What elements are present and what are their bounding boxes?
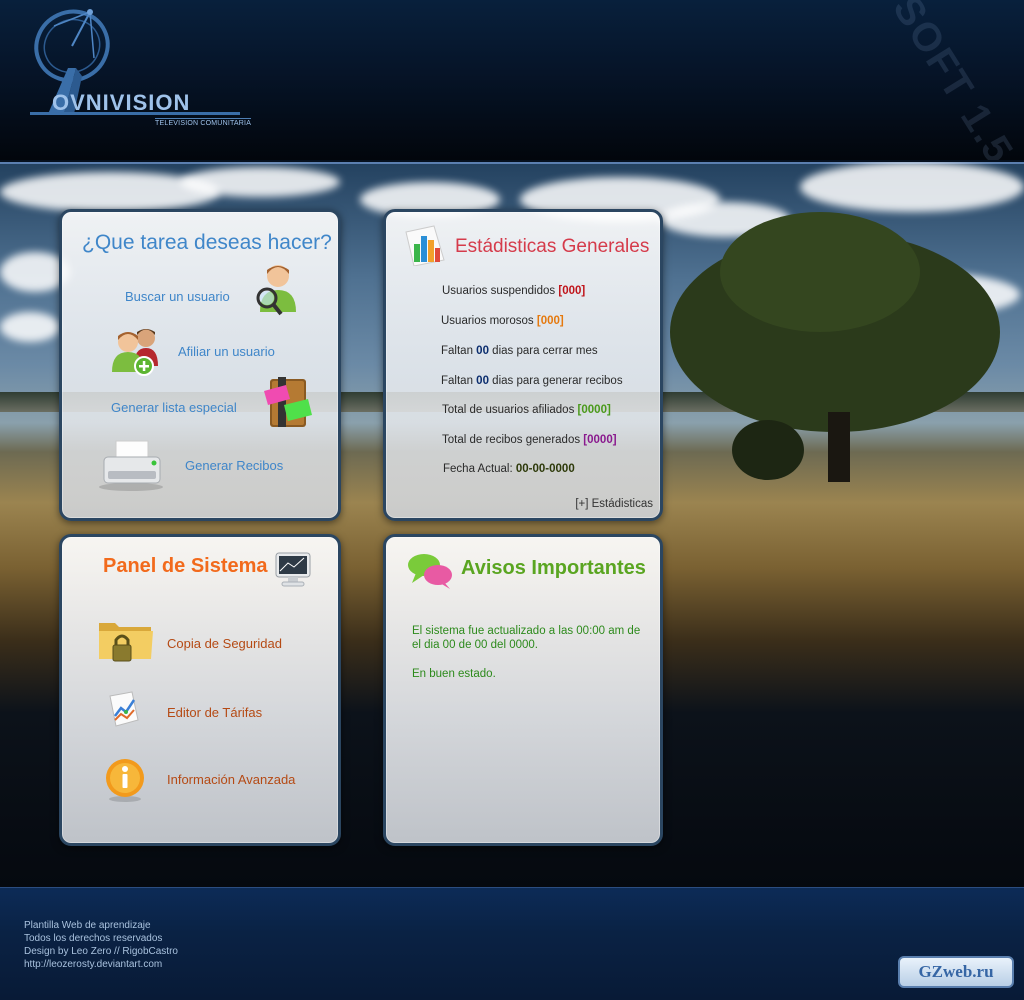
- cloud: [0, 312, 60, 342]
- footer-link[interactable]: http://leozerosty.deviantart.com: [24, 958, 178, 971]
- stat-value: [000]: [558, 285, 586, 297]
- stats-panel: Estádisticas Generales Usuarios suspendi…: [383, 209, 663, 521]
- chat-bubbles-icon: [408, 554, 452, 589]
- users-add-icon[interactable]: [108, 324, 162, 378]
- site-header: OVNIVISION TELEVISION COMUNITARIA SOFT 1…: [0, 0, 1024, 160]
- cloud: [800, 162, 1024, 212]
- notices-panel-title: Avisos Importantes: [461, 557, 646, 579]
- tree-trunk: [828, 412, 850, 482]
- gzweb-badge[interactable]: GZweb.ru: [898, 956, 1014, 988]
- footer-credits: Plantilla Web de aprendizaje Todos los d…: [24, 919, 178, 971]
- stat-label: Total de usuarios afiliados: [442, 404, 575, 416]
- stat-label: Usuarios suspendidos: [442, 285, 556, 297]
- stat-value: 00: [476, 345, 489, 357]
- footer-line: Todos los derechos reservados: [24, 933, 163, 944]
- stat-delinquent-users: Usuarios morosos [000]: [441, 315, 564, 327]
- notes-icon[interactable]: [264, 375, 314, 431]
- printer-icon[interactable]: [96, 437, 166, 491]
- notices-panel: Avisos Importantes El sistema fue actual…: [383, 534, 663, 846]
- chart-document-icon[interactable]: [106, 690, 142, 728]
- tree: [720, 212, 920, 332]
- stat-value: 00: [476, 375, 489, 387]
- site-footer: Plantilla Web de aprendizaje Todos los d…: [0, 887, 1024, 1000]
- info-icon[interactable]: [103, 757, 147, 803]
- logo-text: OVNIVISION: [52, 90, 191, 115]
- tasks-panel-title: ¿Que tarea deseas hacer?: [82, 231, 332, 254]
- logo-subtitle: TELEVISION COMUNITARIA: [155, 118, 252, 127]
- stat-total-affiliated: Total de usuarios afiliados [0000]: [442, 404, 611, 416]
- generate-receipts-link[interactable]: Generar Recibos: [185, 458, 283, 473]
- stat-label: Usuarios morosos: [441, 315, 534, 327]
- stat-prefix: Faltan: [441, 375, 473, 387]
- stat-days-to-generate-receipts: Faltan 00 dias para generar recibos: [441, 375, 623, 387]
- rate-editor-link[interactable]: Editor de Tárifas: [167, 705, 262, 720]
- update-notice: El sistema fue actualizado a las 00:00 a…: [412, 625, 641, 651]
- stat-value: 00-00-0000: [515, 463, 575, 475]
- status-notice: En buen estado.: [412, 668, 496, 680]
- stat-current-date: Fecha Actual: 00-00-0000: [443, 463, 575, 475]
- special-list-link[interactable]: Generar lista especial: [111, 400, 237, 415]
- bush: [732, 420, 804, 480]
- tasks-panel: ¿Que tarea deseas hacer? Buscar un usuar…: [59, 209, 341, 521]
- affiliate-user-link[interactable]: Afiliar un usuario: [178, 344, 275, 359]
- stat-days-to-close-month: Faltan 00 dias para cerrar mes: [441, 345, 598, 357]
- stat-label: Total de recibos generados: [442, 434, 581, 446]
- footer-line: Plantilla Web de aprendizaje: [24, 920, 151, 931]
- advanced-info-link[interactable]: Información Avanzada: [167, 772, 295, 787]
- monitor-icon: [275, 552, 311, 587]
- version-watermark: SOFT 1.5: [884, 0, 1022, 160]
- stat-total-receipts: Total de recibos generados [0000]: [442, 434, 617, 446]
- cloud: [180, 167, 340, 197]
- stat-suffix: dias para cerrar mes: [492, 345, 598, 357]
- stat-suffix: dias para generar recibos: [492, 375, 623, 387]
- footer-line: Design by Leo Zero // RigobCastro: [24, 946, 178, 957]
- stat-value: [000]: [536, 315, 564, 327]
- more-stats-link[interactable]: [+] Estádisticas: [575, 498, 653, 510]
- bar-chart-icon: [405, 225, 445, 266]
- folder-lock-icon[interactable]: [97, 615, 157, 665]
- system-panel-title: Panel de Sistema: [103, 555, 268, 577]
- stat-label: Fecha Actual:: [443, 463, 513, 475]
- stat-value: [0000]: [577, 404, 611, 416]
- stat-value: [0000]: [583, 434, 617, 446]
- backup-link[interactable]: Copia de Seguridad: [167, 636, 282, 651]
- stat-suspended-users: Usuarios suspendidos [000]: [442, 285, 585, 297]
- search-user-link[interactable]: Buscar un usuario: [125, 289, 230, 304]
- stats-panel-title: Estádisticas Generales: [455, 236, 650, 257]
- user-search-icon[interactable]: [252, 262, 300, 320]
- system-panel: Panel de Sistema Copia de Seguridad Edit…: [59, 534, 341, 846]
- stat-prefix: Faltan: [441, 345, 473, 357]
